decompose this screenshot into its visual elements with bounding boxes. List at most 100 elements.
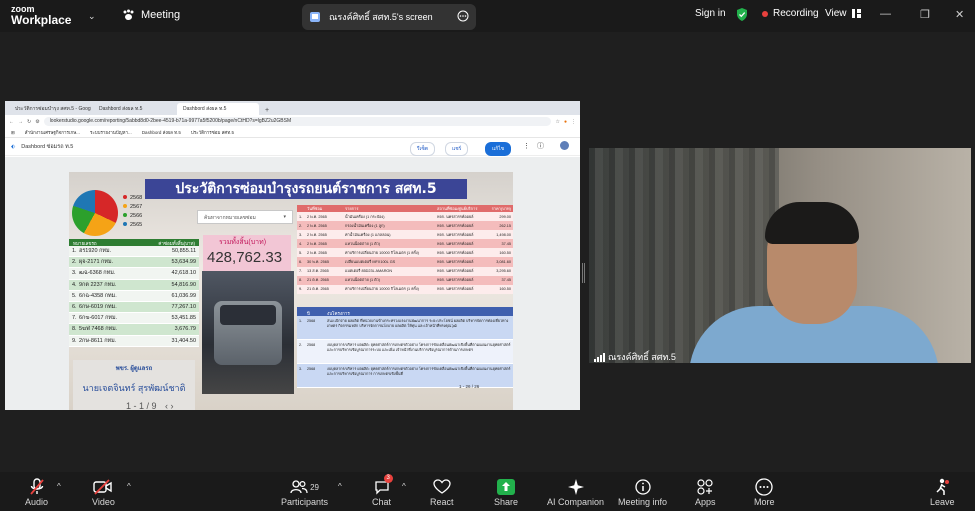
table-row[interactable]: 1. 2568 สนง.เบิกจ่าย ผลผลิต ที่หน่วยงานข้า… [297,316,513,340]
video-options-caret-icon[interactable]: ^ [127,482,131,491]
chat-button[interactable]: 3 Chat [372,474,393,507]
column-header[interactable]: งบโครงการ [327,308,513,316]
column-header[interactable]: หมายเลขรถ [73,240,97,246]
close-icon[interactable]: ✕ [955,8,964,21]
table-row[interactable]: 1. ฮร1920 กทม. 50,855.11 [69,246,199,258]
bookmark-item[interactable]: Dashbord ส่งผล ท.5 [142,129,181,136]
split-resize-handle[interactable] [582,263,585,283]
table-row[interactable]: 1. 2 พ.ค. 2565 น้ำมันเครื่อง (1 กระป๋อง) หจ… [297,212,513,222]
browser-menu-icon[interactable]: ⋮ [571,119,576,125]
reset-button[interactable]: รีเซ็ต [410,142,436,156]
browser-tab-active[interactable]: Dashbord ส่งผล ท.5 [177,103,259,115]
help-icon[interactable]: ⓘ [537,141,544,151]
participant-video[interactable]: ณรงค์ศิทธิ์ สศท.5 [589,148,971,363]
meeting-info-button[interactable]: Meeting info [618,477,667,507]
column-header[interactable]: วันที่ซ่อม [307,205,345,212]
table-row[interactable]: 2. 2 พ.ค. 2565 กรองน้ำมันเครื่อง (1 ลูก) หจ… [297,221,513,231]
column-header[interactable]: ค่าซ่อมทั้งสิ้น(บาท) [158,240,195,246]
repair-place: หจก. นครสวรรค์ออยล์ [437,214,474,219]
table-row[interactable]: 5. 6กฉ-4358 กทม. 61,036.99 [69,290,199,302]
table-row[interactable]: 3. ฒฉ-6368 กทม. 42,618.10 [69,268,199,280]
sign-in-button[interactable]: Sign in [695,8,726,19]
more-button[interactable]: More [754,477,775,507]
view-button[interactable]: View [825,8,861,19]
edit-button[interactable]: แก้ไข [485,142,512,156]
meeting-button[interactable]: Meeting [122,9,180,21]
row-number: 2. [72,259,77,266]
audio-options-caret-icon[interactable]: ^ [57,482,61,491]
table-row[interactable]: 7. 6กฆ-6017 กทม. 53,451.85 [69,313,199,325]
bookmark-item[interactable]: ประวัติการซ่อม สศท.5 [191,129,234,136]
chevron-down-icon[interactable]: ⌄ [88,11,96,22]
react-button[interactable]: React [430,477,454,507]
table-row[interactable]: 8. 21 ต.ค. 2565 แหวนน็อตถ่าย (1 ตัว) หจก. น… [297,275,513,285]
table-row[interactable]: 9. 21 ต.ค. 2565 ค่าบริการเปลี่ยนถ่าย 10000… [297,284,513,294]
table-row[interactable]: 3. 2568 งบบุคลากร/บริหาร ผลผลิต: ยุทธศาสตร… [297,364,513,388]
row-number: 2. [299,223,303,228]
more-options-icon[interactable] [457,10,469,24]
participants-options-caret-icon[interactable]: ^ [338,482,342,491]
recording-indicator[interactable]: Recording [762,8,819,19]
table-row[interactable]: 2. ผุจ-2171 กทม. 53,634.99 [69,257,199,269]
total-scorecard: รวมทั้งสิ้น(บาท) 428,762.33 [203,235,291,271]
table-row[interactable]: 6. 6กษ-6019 กทม. 77,267.10 [69,301,199,314]
reload-icon[interactable]: ↻ [27,119,31,125]
repair-item: น้ำมันเครื่อง (1 กระป๋อง) [345,214,385,219]
column-header[interactable]: ราคา(บาท) [491,205,513,212]
table-row[interactable]: 9. 2กษ-8611 กทม. 31,404.50 [69,335,199,347]
repair-place: หจก. นครสวรรค์ออยล์ [437,269,474,274]
table-row[interactable]: 4. 2 พ.ค. 2565 แหวนน็อตถ่าย (1 ตัว) หจก. นค… [297,239,513,249]
url-field[interactable]: lookerstudio.google.com/reporting/5abbd8… [43,117,552,126]
forward-icon[interactable]: → [18,119,23,125]
screen-share-tab[interactable]: ณรงค์ศิทธิ์ สศท.5's screen [302,4,476,30]
leave-button[interactable]: Leave [930,477,955,507]
next-page-icon[interactable]: › [171,401,174,410]
pager-label: 1 - 1 / 9 [126,401,157,410]
bookmark-star-icon[interactable]: ☆ [555,119,559,125]
share-report-button[interactable]: แชร์ [445,142,469,156]
bookmark-item[interactable]: สำนักงานเศรษฐกิจการเกษ... [25,129,80,136]
chat-options-caret-icon[interactable]: ^ [402,482,406,491]
table-row[interactable]: 7. 13 ส.ค. 2565 แบตเตอรี่ 85D23L AMARON หจก… [297,266,513,276]
column-header[interactable] [297,310,307,313]
apps-grid-icon[interactable]: ⊞ [11,130,15,136]
bookmark-item[interactable]: ระบบรายงานปัญหา... [90,129,132,136]
ai-companion-button[interactable]: AI Companion [547,477,604,507]
plan-pagination[interactable]: 1 - 26 / 26 [459,384,479,389]
table-row[interactable]: 4. 9กต 2237 กทม. 54,816.90 [69,279,199,291]
search-filter-dropdown[interactable]: ค้นหาจากหมายเลขซ่อม ▾ [197,210,293,224]
site-info-icon[interactable]: ⚙ [35,119,39,125]
security-shield-icon[interactable] [736,8,748,21]
audio-label: Audio [25,497,49,507]
row-number: 6. [299,260,303,265]
column-header[interactable]: ปี [307,307,327,317]
column-header[interactable] [297,205,307,212]
table-row[interactable]: 8. 5ฆฬ 7468 กทม. 3,676.79 [69,324,199,336]
column-header[interactable]: รายการ [345,205,437,212]
participants-button[interactable]: 29 Participants [281,477,328,507]
share-screen-button[interactable]: Share [494,477,518,507]
browser-tab[interactable]: ประวัติการซ่อมบำรุง สศท.5 - Google [9,103,91,115]
column-header[interactable]: สถานที่ซ่อม/ศูนย์บริการ [437,205,491,212]
prev-page-icon[interactable]: ‹ [165,401,168,410]
table-row[interactable]: 6. 30 พ.ค. 2565 เปลี่ยนแบตเตอรี่ MFX100L G… [297,257,513,267]
table-row[interactable]: 2. 2568 งบบุคลากร/บริหาร ผลผลิต: ยุทธศาสตร… [297,340,513,364]
repair-item: แหวนน็อตถ่าย (1 ตัว) [345,241,381,246]
audio-button[interactable]: Audio [25,477,48,507]
apps-button[interactable]: Apps [695,477,716,507]
avatar[interactable] [560,141,569,150]
pagination[interactable]: 1 - 1 / 9 ‹ › [126,401,174,410]
more-vert-icon[interactable]: ⋮ [523,142,530,150]
back-icon[interactable]: ← [9,119,14,125]
restore-icon[interactable]: ❐ [920,8,930,21]
minimize-icon[interactable]: — [880,8,891,20]
year-pie-chart[interactable] [72,190,118,236]
table-row[interactable]: 3. 2 พ.ค. 2565 ค่าน้ำมันเครื่อง (1 แกลลอน)… [297,230,513,240]
new-tab-icon[interactable]: + [261,106,273,115]
video-button[interactable]: Video [92,477,115,507]
browser-tab[interactable]: Dashbord ส่งผล ท.5 [93,103,175,115]
repair-price: 3,295.60 [496,269,511,274]
extension-icon[interactable]: ● [564,119,567,125]
heart-icon [433,477,451,497]
table-row[interactable]: 5. 2 พ.ค. 2565 ค่าบริการเปลี่ยนถ่าย 10000 … [297,248,513,258]
